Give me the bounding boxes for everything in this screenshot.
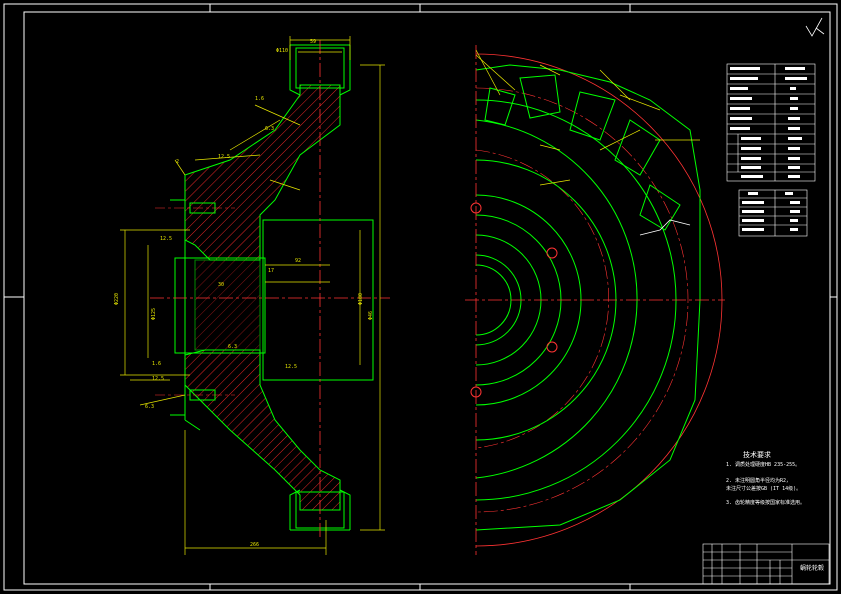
svg-text:Φ110: Φ110 — [276, 48, 288, 54]
svg-text:Φ180: Φ180 — [358, 293, 364, 305]
tech-requirements-title: 技术要求 — [743, 451, 771, 459]
tech-requirement-3: 未注尺寸公差按GB (IT 14级)。 — [726, 486, 802, 492]
svg-text:17: 17 — [268, 268, 274, 274]
svg-text:6.3: 6.3 — [228, 344, 237, 350]
svg-text:59: 59 — [310, 39, 316, 45]
title-block-part-name: 蜗轮轮毂 — [800, 565, 825, 572]
svg-text:6.3: 6.3 — [265, 126, 274, 132]
section-hatch-bore — [194, 259, 261, 351]
cad-drawing-canvas: Φ110 59 266 Φ220 Φ180 Φ46 1.6 6.3 12.5 2… — [0, 0, 841, 594]
svg-text:Φ125: Φ125 — [151, 308, 157, 320]
svg-text:12.5: 12.5 — [152, 376, 164, 382]
svg-text:12.5: 12.5 — [218, 154, 230, 160]
svg-text:1.6: 1.6 — [152, 361, 161, 367]
tech-requirement-2: 2. 未注明圆角半径均为R2， — [726, 478, 792, 484]
svg-text:92: 92 — [295, 258, 301, 264]
tech-requirement-1: 1. 调质处理硬度HB 235-255。 — [726, 462, 801, 468]
front-view — [465, 45, 725, 555]
roughness-symbol — [805, 17, 825, 37]
svg-text:Φ46: Φ46 — [368, 311, 374, 320]
tech-requirement-4: 3. 齿轮精度等级按国家标准选用。 — [726, 500, 806, 506]
inner-border — [23, 11, 831, 585]
svg-text:2: 2 — [176, 159, 179, 165]
outer-border — [3, 3, 838, 591]
svg-text:30: 30 — [218, 282, 224, 288]
bore-region — [262, 219, 374, 381]
svg-text:266: 266 — [250, 542, 259, 548]
svg-text:Φ220: Φ220 — [114, 293, 120, 305]
svg-text:12.5: 12.5 — [160, 236, 172, 242]
svg-text:1.6: 1.6 — [255, 96, 264, 102]
gear-drawing: Φ110 59 266 Φ220 Φ180 Φ46 1.6 6.3 12.5 2… — [3, 3, 838, 591]
svg-text:12.5: 12.5 — [285, 364, 297, 370]
svg-text:6.3: 6.3 — [145, 404, 154, 410]
